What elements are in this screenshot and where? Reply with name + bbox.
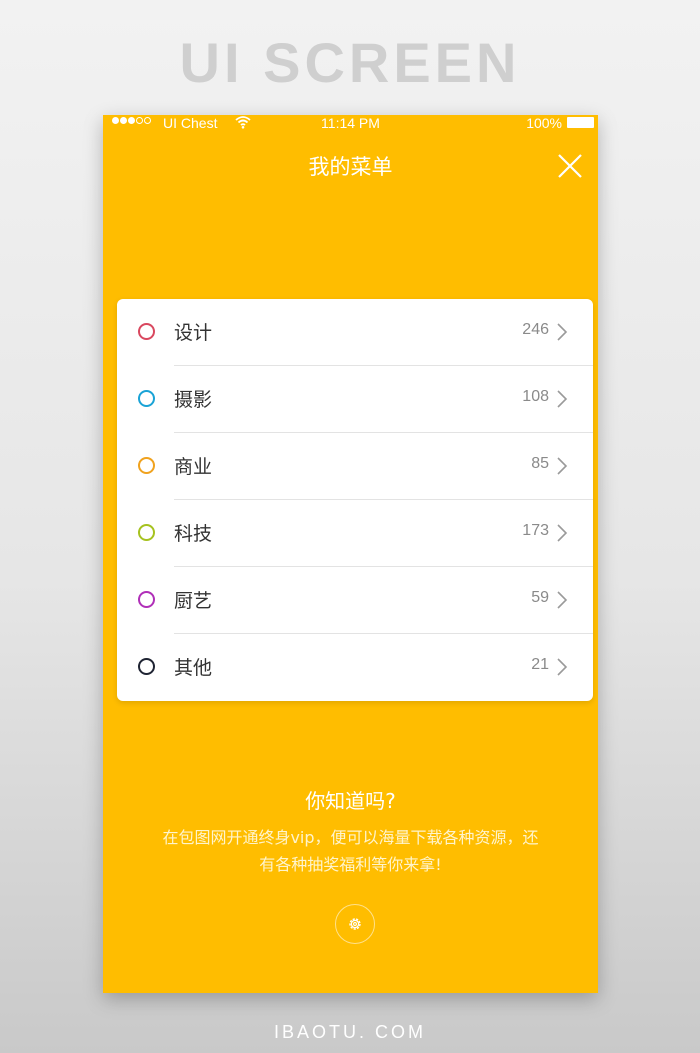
chevron-right-icon <box>557 390 568 408</box>
footer-brand: IBAOTU. COM <box>273 1022 426 1042</box>
menu-item-label: 其他 <box>174 657 213 679</box>
banner-title: UI SCREEN <box>179 31 521 94</box>
phone-screen: UI Chest 11:14 PM 100% 我的菜单 设计 246 摄影 10… <box>103 115 598 993</box>
circle-icon <box>138 323 155 340</box>
menu-item-count: 59 <box>531 589 549 606</box>
chevron-right-icon <box>557 323 568 341</box>
chevron-right-icon <box>557 457 568 475</box>
menu-item-count: 108 <box>522 388 549 405</box>
menu-item-business[interactable]: 商业 85 <box>117 433 593 500</box>
chevron-right-icon <box>557 524 568 542</box>
gear-icon <box>349 918 361 930</box>
circle-icon <box>138 457 155 474</box>
settings-button[interactable] <box>335 904 375 944</box>
menu-item-label: 厨艺 <box>174 590 213 612</box>
circle-icon <box>138 658 155 675</box>
menu-item-technology[interactable]: 科技 173 <box>117 500 593 567</box>
menu-item-photography[interactable]: 摄影 108 <box>117 366 593 433</box>
tip-title: 你知道吗? <box>305 789 396 813</box>
tip-line: 有各种抽奖福利等你来拿! <box>259 855 442 874</box>
circle-icon <box>138 524 155 541</box>
menu-item-other[interactable]: 其他 21 <box>117 634 593 701</box>
tip-line: 在包图网开通终身vip，便可以海量下载各种资源，还 <box>162 828 539 847</box>
menu-card: 设计 246 摄影 108 商业 85 科技 173 厨艺 59 其他 21 <box>117 299 593 701</box>
menu-item-label: 摄影 <box>174 389 213 411</box>
page-title: 我的菜单 <box>308 155 393 179</box>
menu-item-count: 21 <box>531 656 549 673</box>
menu-item-count: 246 <box>522 321 549 338</box>
chevron-right-icon <box>557 658 568 676</box>
circle-icon <box>138 591 155 608</box>
menu-item-count: 173 <box>522 522 549 539</box>
battery-icon <box>567 117 594 128</box>
menu-item-count: 85 <box>531 455 549 472</box>
menu-item-label: 商业 <box>174 456 213 478</box>
close-icon <box>558 154 582 178</box>
circle-icon <box>138 390 155 407</box>
status-bar: UI Chest 11:14 PM 100% <box>103 115 598 131</box>
battery-percent: 100% <box>526 115 562 131</box>
chevron-right-icon <box>557 591 568 609</box>
menu-item-label: 科技 <box>174 523 213 545</box>
status-time: 11:14 PM <box>321 115 380 131</box>
menu-item-label: 设计 <box>174 322 213 344</box>
menu-item-design[interactable]: 设计 246 <box>117 299 593 366</box>
tip-body: 在包图网开通终身vip，便可以海量下载各种资源，还 有各种抽奖福利等你来拿! <box>143 824 558 878</box>
menu-item-cooking[interactable]: 厨艺 59 <box>117 567 593 634</box>
close-button[interactable] <box>555 151 585 181</box>
